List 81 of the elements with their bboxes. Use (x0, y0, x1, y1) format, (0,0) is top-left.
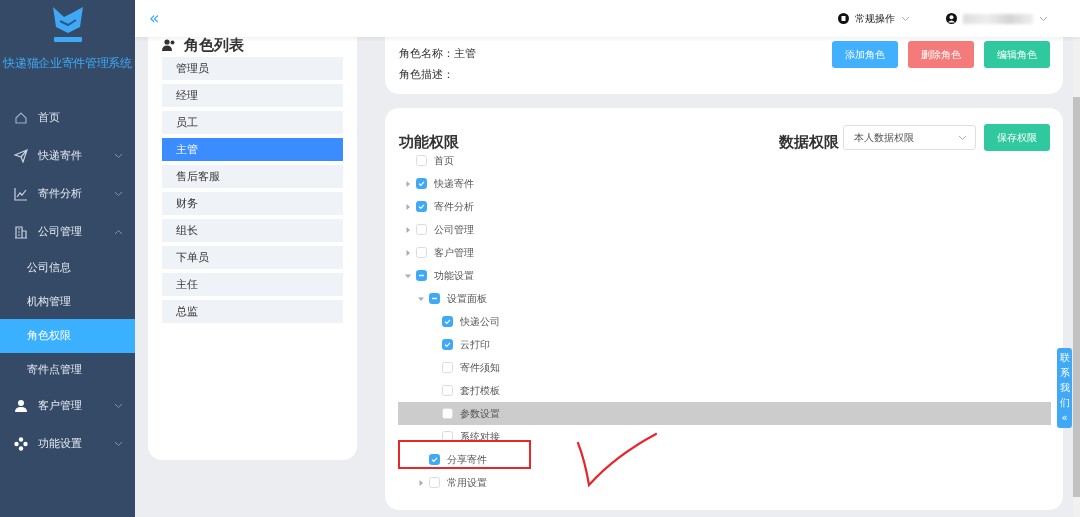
building-icon (14, 225, 28, 239)
paper-plane-icon (14, 149, 28, 163)
checkbox-indeterminate[interactable] (416, 270, 427, 281)
sidebar-item[interactable]: 公司管理 (0, 213, 135, 251)
checkbox[interactable] (442, 431, 453, 442)
role-item[interactable]: 管理员 (162, 57, 343, 80)
role-item[interactable]: 总监 (162, 300, 343, 323)
chevron-icon (114, 441, 123, 447)
chevron-icon (114, 229, 123, 235)
expand-arrow-icon[interactable] (404, 179, 412, 188)
quick-actions-menu[interactable]: 常规操作 (838, 11, 910, 26)
sidebar-item[interactable]: 首页 (0, 99, 135, 137)
tree-label[interactable]: 寄件分析 (434, 199, 474, 214)
tree-label[interactable]: 设置面板 (447, 291, 487, 306)
section-title: 数据权限 (779, 133, 839, 152)
chevron-icon (1039, 15, 1048, 22)
checkbox[interactable] (416, 224, 427, 235)
role-item[interactable]: 下单员 (162, 246, 343, 269)
info-text: 角色名称：主管 (399, 46, 476, 61)
sidebar-item[interactable]: 寄件分析 (0, 175, 135, 213)
tree-label[interactable]: 公司管理 (434, 222, 474, 237)
user-icon (14, 399, 28, 413)
data-scope-select[interactable]: 本人数据权限 (843, 125, 976, 150)
home-icon (14, 111, 28, 125)
checkbox-checked[interactable] (442, 316, 453, 327)
role-item[interactable]: 组长 (162, 219, 343, 242)
role-item[interactable]: 员工 (162, 111, 343, 134)
role-item[interactable]: 主任 (162, 273, 343, 296)
expand-arrow-icon[interactable] (404, 248, 412, 257)
tree-label[interactable]: 功能设置 (434, 268, 474, 283)
tree-label[interactable]: 首页 (434, 153, 454, 168)
chevron-icon (958, 134, 967, 141)
sidebar-item[interactable]: 快递寄件 (0, 137, 135, 175)
section-title: 功能权限 (399, 133, 459, 152)
tree-label[interactable]: 云打印 (460, 337, 490, 352)
checkbox-indeterminate[interactable] (429, 293, 440, 304)
checkbox[interactable] (442, 385, 453, 396)
tree-label[interactable]: 寄件须知 (460, 360, 500, 375)
tree-row-highlight[interactable]: 参数设置 (398, 402, 1051, 425)
clipboard-icon (838, 13, 849, 24)
expand-arrow-icon[interactable] (417, 478, 425, 487)
checkbox[interactable] (429, 477, 440, 488)
modules-icon (14, 437, 28, 451)
role-item[interactable]: 经理 (162, 84, 343, 107)
tree-label[interactable]: 参数设置 (460, 406, 500, 421)
line-chart-icon (14, 187, 28, 201)
expand-arrow-icon[interactable] (404, 225, 412, 234)
checkbox-checked[interactable] (416, 178, 427, 189)
expand-arrow-icon[interactable] (404, 202, 412, 211)
chevron-icon (114, 403, 123, 409)
app-title: 快递猫企业寄件管理系统 (2, 56, 133, 71)
tree-label[interactable]: 常用设置 (447, 475, 487, 490)
card-title: 角色列表 (184, 35, 244, 55)
tree-label[interactable]: 快递公司 (460, 314, 500, 329)
user-menu[interactable] (946, 13, 1048, 24)
avatar-icon (946, 13, 957, 24)
sidebar-item[interactable]: 功能设置 (0, 425, 135, 463)
sidebar-item[interactable]: 客户管理 (0, 387, 135, 425)
checkbox[interactable] (416, 155, 427, 166)
info-text: 角色描述： (399, 67, 455, 82)
checkbox-checked[interactable] (416, 201, 427, 212)
tree-label[interactable]: 分享寄件 (447, 452, 487, 467)
tree-label[interactable]: 快递寄件 (434, 176, 474, 191)
checkbox[interactable] (442, 408, 453, 419)
role-item[interactable]: 财务 (162, 192, 343, 215)
tree-label[interactable]: 套打模板 (460, 383, 500, 398)
chevron-icon (901, 15, 910, 22)
tree-label[interactable]: 客户管理 (434, 245, 474, 260)
chevron-icon (114, 191, 123, 197)
checkbox-checked[interactable] (429, 454, 440, 465)
role-item[interactable]: 售后客服 (162, 165, 343, 188)
checkbox[interactable] (442, 362, 453, 373)
chevron-icon (114, 153, 123, 159)
sidebar-subitem[interactable]: 公司信息 (0, 251, 135, 285)
sidebar-subitem[interactable]: 寄件点管理 (0, 353, 135, 387)
blurred-username (963, 13, 1033, 24)
scrollbar[interactable] (1073, 37, 1080, 517)
users-icon (162, 39, 176, 51)
sidebar-subitem[interactable]: 机构管理 (0, 285, 135, 319)
checkbox-checked[interactable] (442, 339, 453, 350)
checkbox[interactable] (416, 247, 427, 258)
